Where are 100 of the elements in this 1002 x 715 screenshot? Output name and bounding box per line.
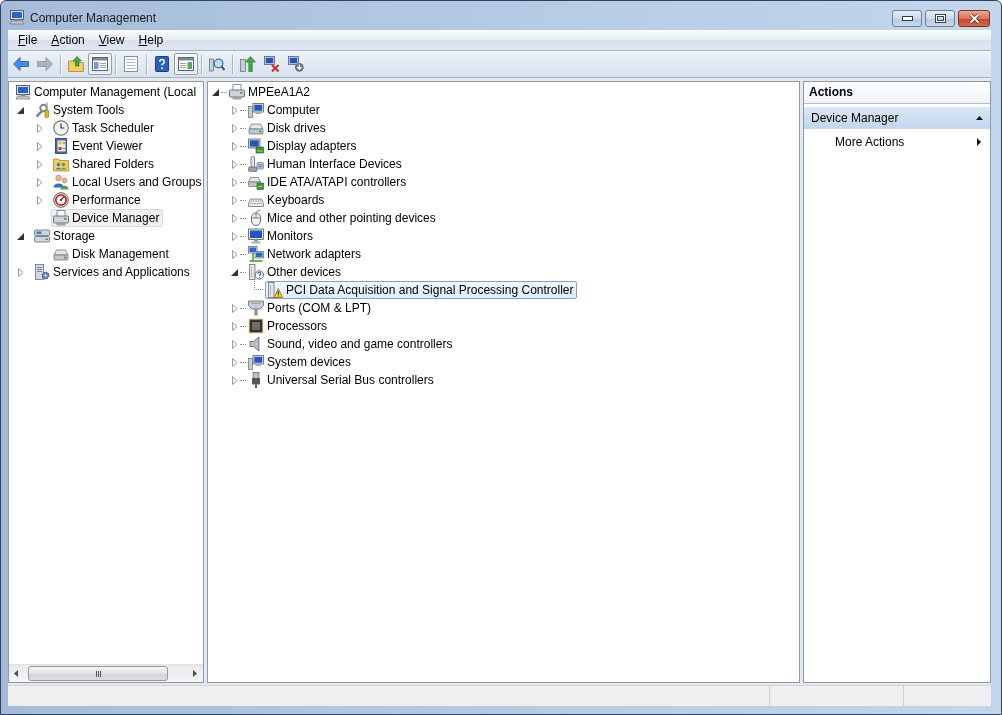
storage-icon bbox=[34, 228, 50, 244]
controller-icon bbox=[248, 174, 264, 190]
tree-item[interactable]: Event Viewer bbox=[51, 137, 147, 155]
tree-line bbox=[240, 307, 246, 309]
expand-arrow-icon[interactable] bbox=[232, 339, 238, 349]
unknown-device-icon bbox=[248, 264, 264, 280]
expand-arrow-icon[interactable] bbox=[232, 159, 238, 169]
expand-arrow-icon[interactable] bbox=[232, 195, 238, 205]
collapse-arrow-icon[interactable] bbox=[212, 88, 219, 96]
expand-arrow-icon[interactable] bbox=[37, 177, 43, 187]
tree-line bbox=[240, 235, 246, 237]
forward-arrow-icon bbox=[37, 57, 53, 71]
collapse-arrow-icon[interactable] bbox=[17, 106, 24, 114]
tree-item[interactable]: Disk drives bbox=[246, 119, 330, 137]
tree-item[interactable]: Services and Applications bbox=[32, 263, 194, 281]
maximize-button[interactable] bbox=[925, 10, 955, 27]
maximize-icon bbox=[934, 14, 946, 23]
tree-line bbox=[240, 199, 246, 201]
tree-item[interactable]: Display adapters bbox=[246, 137, 361, 155]
server-gear-icon bbox=[34, 264, 50, 280]
tree-item[interactable]: Ports (COM & LPT) bbox=[246, 299, 375, 317]
port-connector-icon bbox=[248, 300, 264, 316]
tree-item[interactable]: Mice and other pointing devices bbox=[246, 209, 440, 227]
menu-item[interactable]: View bbox=[91, 30, 132, 50]
tree-line bbox=[240, 343, 246, 345]
tree-item[interactable]: Universal Serial Bus controllers bbox=[246, 371, 438, 389]
tree-item[interactable]: System devices bbox=[246, 353, 356, 371]
tree-item[interactable]: Task Scheduler bbox=[51, 119, 159, 137]
minimize-icon bbox=[901, 16, 913, 21]
expand-arrow-icon[interactable] bbox=[232, 123, 238, 133]
tree-item[interactable]: Local Users and Groups bbox=[51, 173, 203, 191]
expand-arrow-icon[interactable] bbox=[232, 321, 238, 331]
minimize-button[interactable] bbox=[892, 10, 922, 27]
expand-arrow-icon[interactable] bbox=[232, 375, 238, 385]
disk-drive-icon bbox=[248, 120, 264, 136]
gauge-icon bbox=[53, 192, 69, 208]
tree-line bbox=[240, 109, 246, 111]
action-item[interactable]: More Actions bbox=[804, 132, 990, 151]
expand-arrow-icon[interactable] bbox=[232, 213, 238, 223]
action-section-header[interactable]: Device Manager bbox=[804, 107, 990, 129]
mouse-icon bbox=[248, 210, 264, 226]
expand-arrow-icon[interactable] bbox=[37, 123, 43, 133]
warning-icon bbox=[267, 282, 283, 298]
tree-line bbox=[240, 361, 246, 363]
tree-item[interactable]: Shared Folders bbox=[51, 155, 159, 173]
tree-line bbox=[240, 145, 246, 147]
tools-icon bbox=[34, 102, 50, 118]
tree-item[interactable]: Network adapters bbox=[246, 245, 366, 263]
tree-item[interactable]: Human Interface Devices bbox=[246, 155, 406, 173]
tree-line bbox=[240, 379, 246, 381]
tree-item[interactable]: Performance bbox=[51, 191, 145, 209]
clock-icon bbox=[53, 120, 69, 136]
tree-item[interactable]: Computer Management (Local bbox=[13, 83, 201, 101]
tree-item[interactable]: Keyboards bbox=[246, 191, 329, 209]
back-arrow-icon bbox=[13, 57, 29, 71]
expand-arrow-icon[interactable] bbox=[232, 357, 238, 367]
expand-arrow-icon[interactable] bbox=[232, 141, 238, 151]
tree-line bbox=[254, 281, 263, 290]
up-arrow-icon bbox=[240, 56, 256, 72]
tree-item[interactable]: Device Manager bbox=[51, 209, 164, 227]
tree-item[interactable]: Monitors bbox=[246, 227, 317, 245]
joystick-icon bbox=[248, 156, 264, 172]
tree-line bbox=[240, 253, 246, 255]
scroll-right-icon[interactable] bbox=[193, 670, 197, 677]
tree-item[interactable]: PCI Data Acquisition and Signal Processing Controller bbox=[265, 281, 578, 299]
expand-arrow-icon[interactable] bbox=[232, 177, 238, 187]
expand-arrow-icon[interactable] bbox=[37, 141, 43, 151]
collapse-arrow-icon bbox=[976, 116, 983, 120]
collapse-arrow-icon[interactable] bbox=[17, 232, 24, 240]
expand-arrow-icon[interactable] bbox=[232, 303, 238, 313]
expand-arrow-icon[interactable] bbox=[232, 249, 238, 259]
console-tree-button[interactable] bbox=[88, 53, 112, 75]
tree-item[interactable]: System Tools bbox=[32, 101, 129, 119]
disk-drive-icon bbox=[53, 246, 69, 262]
tree-line bbox=[240, 217, 246, 219]
tree-item[interactable]: IDE ATA/ATAPI controllers bbox=[246, 173, 411, 191]
expand-arrow-icon[interactable] bbox=[37, 159, 43, 169]
expand-arrow-icon[interactable] bbox=[37, 195, 43, 205]
tree-item[interactable]: Processors bbox=[246, 317, 332, 335]
tree-item[interactable]: Disk Management bbox=[51, 245, 173, 263]
menu-item[interactable]: Action bbox=[44, 30, 92, 50]
tree-item[interactable]: MPEeA1A2 bbox=[227, 83, 315, 101]
scrollbar-thumb[interactable] bbox=[28, 666, 168, 681]
down-arrow-icon bbox=[288, 56, 304, 72]
expand-arrow-icon[interactable] bbox=[18, 267, 24, 277]
menu-item[interactable]: File bbox=[11, 30, 45, 50]
action-pane-button[interactable] bbox=[174, 53, 198, 75]
tree-item[interactable]: Storage bbox=[32, 227, 100, 245]
tree-item[interactable]: Computer bbox=[246, 101, 324, 119]
tree-item[interactable]: Sound, video and game controllers bbox=[246, 335, 457, 353]
tree-item[interactable]: Other devices bbox=[246, 263, 346, 281]
up-folder-icon bbox=[68, 56, 84, 72]
scroll-left-icon[interactable] bbox=[14, 670, 18, 677]
expand-arrow-icon[interactable] bbox=[232, 231, 238, 241]
printer-icon bbox=[229, 84, 245, 100]
close-icon bbox=[967, 13, 981, 24]
close-button[interactable] bbox=[958, 10, 990, 27]
menu-item[interactable]: Help bbox=[131, 30, 171, 50]
collapse-arrow-icon[interactable] bbox=[231, 268, 238, 276]
expand-arrow-icon[interactable] bbox=[232, 105, 238, 115]
